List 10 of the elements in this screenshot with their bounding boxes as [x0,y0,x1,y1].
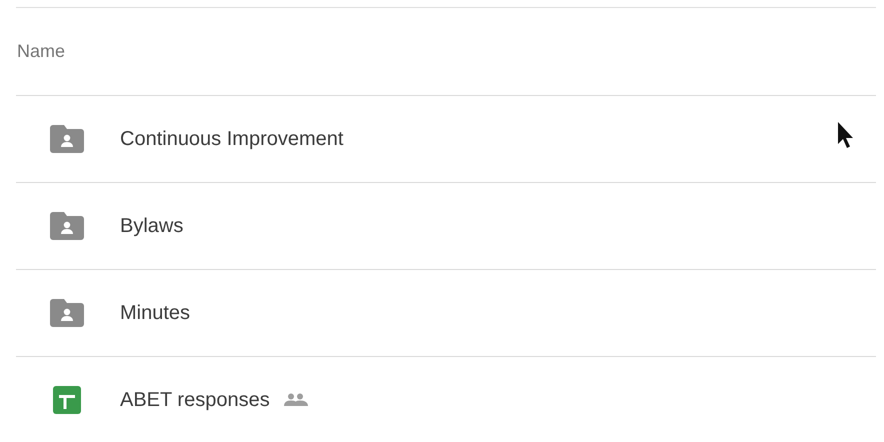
file-name[interactable]: ABET responses [120,388,270,412]
shared-folder-icon [50,299,84,327]
file-name[interactable]: Continuous Improvement [120,128,344,150]
file-name[interactable]: Minutes [120,302,190,324]
shared-folder-icon [50,125,84,153]
spreadsheet-icon [53,386,81,414]
mouse-cursor-icon [837,121,853,151]
shared-folder-icon [50,212,84,240]
name-column-header[interactable]: Name [16,41,66,62]
file-name[interactable]: Bylaws [120,214,184,238]
